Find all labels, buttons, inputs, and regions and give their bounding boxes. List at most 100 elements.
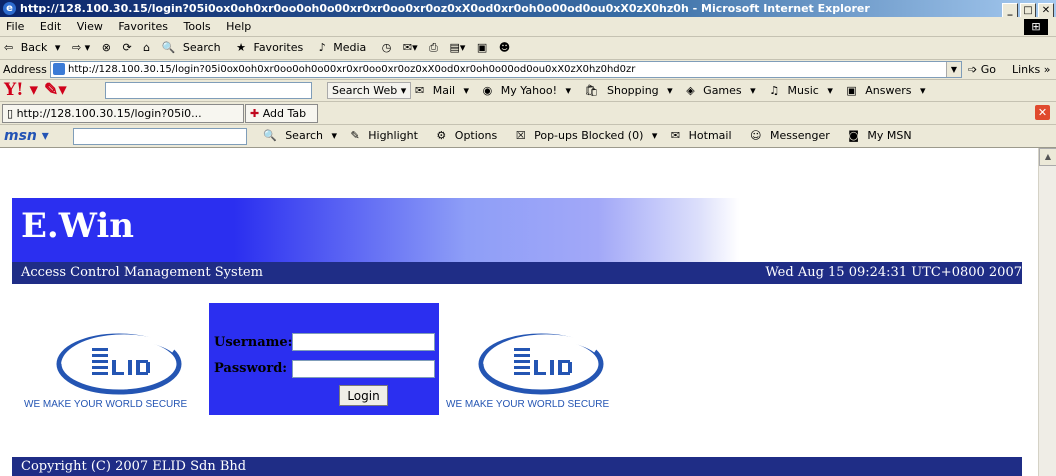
maximize-button[interactable]: □ <box>1020 3 1036 17</box>
tab-current[interactable]: ▯ http://128.100.30.15/login?05i0... <box>2 104 244 123</box>
refresh-icon[interactable]: ⟳ <box>122 41 131 54</box>
close-tab-icon[interactable]: ✕ <box>1035 105 1050 120</box>
standard-toolbar: ⇦ Back ▾ ⇨ ▾ ⊗ ⟳ ⌂ 🔍 Search ★ Favorites … <box>0 37 1056 60</box>
username-field[interactable] <box>292 333 435 351</box>
elid-logo-icon <box>56 333 182 395</box>
close-window-button[interactable]: ✕ <box>1038 3 1054 17</box>
msn-popups-button[interactable]: ☒ Pop-ups Blocked (0) ▾ <box>516 129 658 142</box>
msn-highlight-label: Highlight <box>368 129 418 142</box>
yahoo-toolbar: Y! ▾ ✎▾ Search Web ▾ ✉ Mail ▾ ◉ My Yahoo… <box>0 80 1056 102</box>
menu-bar: File Edit View Favorites Tools Help ⊞ <box>0 18 1056 37</box>
yahoo-answers-button[interactable]: ▣ Answers ▾ <box>846 84 925 97</box>
plus-icon: ✚ <box>250 107 260 120</box>
yahoo-shopping-label: Shopping <box>607 84 659 97</box>
logo-tagline-right: WE MAKE YOUR WORLD SECURE <box>446 399 610 410</box>
print-icon[interactable]: ⎙ <box>429 41 438 54</box>
yahoo-myyahoo-label: My Yahoo! <box>500 84 557 97</box>
stop-icon[interactable]: ⊗ <box>102 41 111 54</box>
yahoo-games-label: Games <box>703 84 742 97</box>
address-dropdown-icon[interactable]: ▼ <box>946 62 961 77</box>
yahoo-myyahoo-button[interactable]: ◉ My Yahoo! ▾ <box>483 84 571 97</box>
window-title: http://128.100.30.15/login?05i0ox0oh0xr0… <box>20 2 870 15</box>
window-titlebar: e http://128.100.30.15/login?05i0ox0oh0xr… <box>0 0 1056 17</box>
yahoo-shopping-button[interactable]: 🛍 Shopping ▾ <box>585 84 673 97</box>
window-controls: _ □ ✕ <box>1000 1 1054 17</box>
links-button[interactable]: Links » <box>1012 60 1051 79</box>
yahoo-games-button[interactable]: ◈ Games ▾ <box>686 84 755 97</box>
add-tab-label: Add Tab <box>262 107 307 120</box>
media-label: Media <box>333 41 367 54</box>
forward-button[interactable]: ⇨ ▾ <box>72 41 90 54</box>
discuss-icon[interactable]: ▣ <box>477 41 487 54</box>
page-banner: E.Win Access Control Management System W… <box>12 198 1022 285</box>
tab-current-label: http://128.100.30.15/login?05i0... <box>16 107 202 120</box>
yahoo-items: ✉ Mail ▾ ◉ My Yahoo! ▾ 🛍 Shopping ▾ ◈ Ga… <box>410 80 931 101</box>
address-bar: Address http://128.100.30.15/login?05i0o… <box>0 60 1056 80</box>
yahoo-music-button[interactable]: ♫ Music ▾ <box>769 84 833 97</box>
yahoo-music-label: Music <box>787 84 819 97</box>
address-url: http://128.100.30.15/login?05i0ox0oh0xr0… <box>68 64 636 75</box>
password-field[interactable] <box>292 360 435 378</box>
msn-options-button[interactable]: ⚙ Options <box>436 129 502 142</box>
home-icon[interactable]: ⌂ <box>143 41 150 54</box>
msn-items: 🔍 Search ▾ ✎ Highlight ⚙ Options ☒ Pop-u… <box>258 125 922 147</box>
elid-logo-left: WE MAKE YOUR WORLD SECURE <box>24 324 204 410</box>
menu-favorites[interactable]: Favorites <box>118 20 168 33</box>
msn-highlight-button[interactable]: ✎ Highlight <box>351 129 423 142</box>
msn-search-input[interactable] <box>73 128 247 145</box>
msn-hotmail-button[interactable]: ✉ Hotmail <box>671 129 737 142</box>
yahoo-mail-button[interactable]: ✉ Mail ▾ <box>415 84 469 97</box>
search-button[interactable]: 🔍 Search <box>162 41 225 54</box>
banner-subbar: Access Control Management System Wed Aug… <box>12 262 1022 284</box>
address-label: Address <box>3 63 47 76</box>
yahoo-answers-label: Answers <box>865 84 912 97</box>
username-label: Username: <box>214 335 293 350</box>
system-subtitle: Access Control Management System <box>21 265 263 280</box>
login-button[interactable]: Login <box>339 385 388 406</box>
favorites-button[interactable]: ★ Favorites <box>236 41 307 54</box>
yahoo-search-web-label: Search Web <box>332 84 398 97</box>
msn-messenger-label: Messenger <box>770 129 830 142</box>
menu-edit[interactable]: Edit <box>40 20 61 33</box>
banner-gradient: E.Win <box>12 198 1022 262</box>
go-label: Go <box>980 63 996 76</box>
back-label: Back <box>20 41 48 54</box>
messenger-icon[interactable]: ☻ <box>499 41 510 54</box>
elid-logo-icon <box>478 333 604 395</box>
menu-help[interactable]: Help <box>226 20 251 33</box>
back-button[interactable]: ⇦ Back ▾ <box>4 41 60 54</box>
history-icon[interactable]: ◷ <box>382 41 392 54</box>
mail-icon[interactable]: ✉▾ <box>403 41 418 54</box>
address-input[interactable]: http://128.100.30.15/login?05i0ox0oh0xr0… <box>50 61 962 78</box>
links-label: Links <box>1012 63 1041 76</box>
menu-tools[interactable]: Tools <box>184 20 211 33</box>
minimize-button[interactable]: _ <box>1002 3 1018 17</box>
msn-mymsn-button[interactable]: ◙ My MSN <box>848 129 916 142</box>
favorites-label: Favorites <box>253 41 304 54</box>
msn-popups-label: Pop-ups Blocked (0) <box>534 129 644 142</box>
menu-view[interactable]: View <box>77 20 103 33</box>
msn-messenger-button[interactable]: ☺ Messenger <box>750 129 835 142</box>
tab-bar: ▯ http://128.100.30.15/login?05i0... ✚ A… <box>0 102 1056 125</box>
windows-logo-icon: ⊞ <box>1024 19 1048 35</box>
media-button[interactable]: ♪ Media <box>319 41 371 54</box>
msn-logo-icon[interactable]: msn ▾ <box>4 125 49 147</box>
yahoo-logo-icon[interactable]: Y! ▾ ✎▾ <box>4 81 67 100</box>
yahoo-search-web-button[interactable]: Search Web ▾ <box>327 82 412 99</box>
brand-title: E.Win <box>21 206 134 246</box>
copyright-footer: Copyright (C) 2007 ELID Sdn Bhd <box>12 457 1022 476</box>
msn-toolbar: msn ▾ 🔍 Search ▾ ✎ Highlight ⚙ Options ☒… <box>0 125 1056 148</box>
vertical-scrollbar[interactable]: ▲ <box>1038 148 1056 476</box>
msn-search-label: Search <box>285 129 323 142</box>
login-form: Username: Password: Login <box>209 303 439 415</box>
yahoo-search-input[interactable] <box>105 82 312 99</box>
search-label: Search <box>182 41 221 54</box>
scroll-up-icon[interactable]: ▲ <box>1039 148 1056 166</box>
go-button[interactable]: ➩ Go <box>968 60 996 79</box>
add-tab-button[interactable]: ✚ Add Tab <box>245 104 318 123</box>
datetime-display: Wed Aug 15 09:24:31 UTC+0800 2007 <box>765 265 1022 280</box>
msn-search-button[interactable]: 🔍 Search ▾ <box>263 129 337 142</box>
menu-file[interactable]: File <box>6 20 24 33</box>
ie-icon: e <box>3 2 16 15</box>
edit-icon[interactable]: ▤▾ <box>449 41 465 54</box>
